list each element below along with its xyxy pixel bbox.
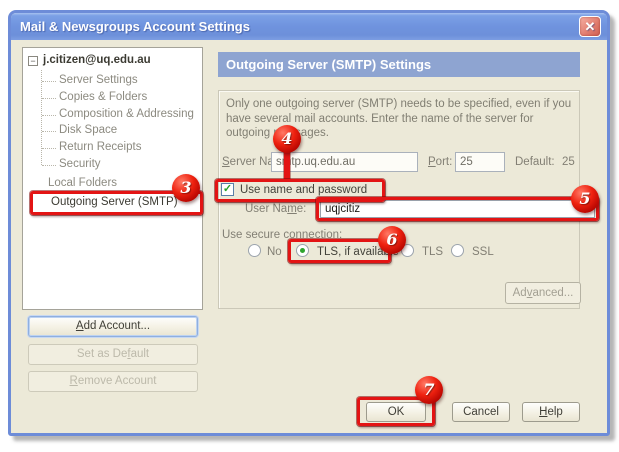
tree-item-local-folders[interactable]: Local Folders: [48, 177, 117, 189]
remove-account-button[interactable]: Remove Account: [28, 371, 198, 392]
tree-item-server-settings[interactable]: Server Settings: [59, 74, 138, 86]
annotation-step-4: 4: [273, 125, 301, 153]
cancel-button[interactable]: Cancel: [452, 402, 510, 422]
tree-item-disk-space[interactable]: Disk Space: [59, 124, 117, 136]
help-button[interactable]: Help: [522, 402, 580, 422]
radio-no[interactable]: [248, 244, 261, 257]
server-name-input[interactable]: smtp.uq.edu.au: [271, 152, 418, 172]
close-icon: ✕: [585, 19, 596, 34]
annotation-box-tls-if-available: [288, 239, 391, 263]
radio-ssl[interactable]: [451, 244, 464, 257]
title-bar[interactable]: Mail & Newsgroups Account Settings ✕: [11, 13, 607, 40]
radio-tls-label[interactable]: TLS: [422, 246, 443, 258]
user-name-label: User Name:: [245, 203, 306, 215]
tree-item-copies-folders[interactable]: Copies & Folders: [59, 91, 147, 103]
tree-item-security[interactable]: Security: [59, 158, 101, 170]
radio-ssl-label[interactable]: SSL: [472, 246, 494, 258]
tree-item-account[interactable]: j.citizen@uq.edu.au: [43, 54, 151, 66]
tree-collapse-icon[interactable]: −: [28, 56, 38, 66]
port-input[interactable]: 25: [455, 152, 505, 172]
annotation-step-7: 7: [415, 376, 443, 404]
annotation-step-6: 6: [378, 226, 406, 254]
annotation-box-user-name: [316, 197, 599, 221]
tree-guide-line: [41, 70, 42, 165]
panel-header: Outgoing Server (SMTP) Settings: [218, 52, 580, 77]
add-account-button[interactable]: Add Account...: [28, 316, 198, 337]
default-port-label: Default:: [515, 156, 555, 168]
port-label: Port:: [428, 156, 452, 168]
annotation-step-5: 5: [571, 185, 599, 213]
advanced-button[interactable]: Advanced...: [505, 282, 581, 304]
close-button[interactable]: ✕: [579, 16, 601, 37]
window-title: Mail & Newsgroups Account Settings: [20, 19, 250, 34]
set-as-default-button[interactable]: Set as Default: [28, 344, 198, 365]
tree-item-return-receipts[interactable]: Return Receipts: [59, 141, 141, 153]
account-settings-dialog: Mail & Newsgroups Account Settings ✕ − j…: [8, 10, 610, 436]
radio-no-label[interactable]: No: [267, 246, 282, 258]
default-port-value: 25: [562, 156, 575, 168]
annotation-step-3: 3: [172, 174, 200, 202]
tree-item-composition-addressing[interactable]: Composition & Addressing: [59, 108, 194, 120]
